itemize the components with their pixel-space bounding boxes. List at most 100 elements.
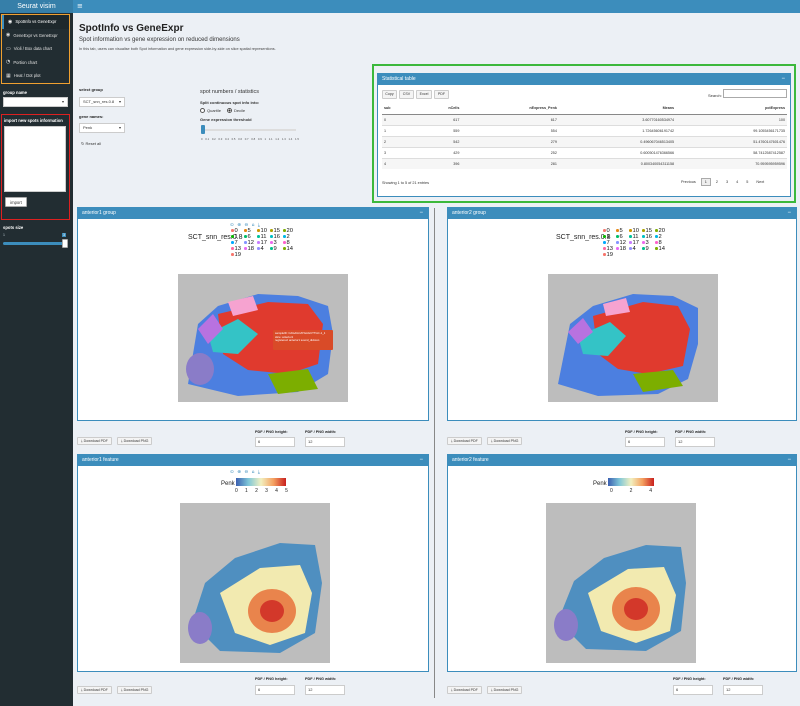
threshold-tick: 0.9 xyxy=(257,137,262,141)
legend-dot xyxy=(655,229,658,232)
download-pdf-button[interactable]: ⤓ Download PDF xyxy=(447,686,482,694)
page-link-2[interactable]: 2 xyxy=(713,179,721,185)
page-link-5[interactable]: 5 xyxy=(743,179,751,185)
search-input[interactable] xyxy=(723,89,787,98)
column-header-sub[interactable]: sub xyxy=(382,103,415,115)
stat-table-title: Statistical table xyxy=(382,76,416,82)
spots-size-slider[interactable] xyxy=(3,242,67,245)
height-input[interactable]: 6 xyxy=(673,685,713,695)
pdf-button[interactable]: PDF xyxy=(434,90,449,99)
download-png-button[interactable]: ⤓ Download PNG xyxy=(117,437,153,445)
collapse-icon[interactable]: − xyxy=(419,208,423,219)
threshold-slider-handle[interactable] xyxy=(201,125,205,134)
select-group-label: select group xyxy=(79,87,103,92)
legend-label: 9 xyxy=(645,246,649,252)
legend-item[interactable]: 18 xyxy=(244,246,257,252)
legend-dot xyxy=(270,241,273,244)
copy-button[interactable]: Copy xyxy=(382,90,397,99)
threshold-ticks: 0 0.1 0.2 0.3 0.4 0.5 0.6 0.7 0.8 0.9 1 1.1 1.2 1.3 1.… xyxy=(201,137,299,141)
collapse-icon[interactable]: − xyxy=(787,455,791,466)
legend-item[interactable]: 14 xyxy=(655,246,668,252)
legend-dot xyxy=(642,247,645,250)
width-input[interactable]: 12 xyxy=(723,685,763,695)
legend-item[interactable]: 9 xyxy=(642,246,655,252)
page-link-3[interactable]: 3 xyxy=(723,179,731,185)
width-input[interactable]: 12 xyxy=(675,437,715,447)
group-name-select[interactable]: ▾ xyxy=(3,97,68,107)
collapse-icon[interactable]: − xyxy=(787,208,791,219)
import-textarea[interactable] xyxy=(4,126,66,192)
app-logo[interactable]: Seurat visim xyxy=(0,0,73,13)
height-label: PDF / PNG height: xyxy=(673,677,706,681)
sidebar-item-label: GeneExpr vs GeneExpr xyxy=(13,32,58,38)
table-cell: 51.4760147601476 xyxy=(676,135,787,147)
page-link-previous[interactable]: Previous xyxy=(678,179,699,185)
column-header-nExpress_Penk[interactable]: nExpress_Penk xyxy=(461,103,559,115)
sidebar-item-geneexpr[interactable]: ◉ GeneExpr vs GeneExpr xyxy=(2,29,69,43)
pie-icon: ◔ xyxy=(6,59,11,66)
reset-all-button[interactable]: ↻ Reset all xyxy=(81,141,101,146)
feature2-spatial-plot[interactable] xyxy=(546,503,696,663)
table-row: 4 396 281 0.800340054311158 70.959595959596 xyxy=(382,157,787,169)
column-header-pctExpress[interactable]: pctExpress xyxy=(676,103,787,115)
width-input[interactable]: 12 xyxy=(305,685,345,695)
height-input[interactable]: 6 xyxy=(255,685,295,695)
download-icon: ⤓ xyxy=(121,688,123,692)
legend-label: 18 xyxy=(619,246,626,252)
legend-item[interactable]: 18 xyxy=(616,246,629,252)
collapse-icon[interactable]: − xyxy=(781,74,785,85)
width-input[interactable]: 12 xyxy=(305,437,345,447)
page-link-4[interactable]: 4 xyxy=(733,179,741,185)
sidebar-item-spotinfo[interactable]: ◉ SpotInfo vs GeneExpr xyxy=(2,15,69,29)
sidebar-item-portion[interactable]: ◔ Portion chart xyxy=(2,56,69,70)
group2-spatial-plot[interactable] xyxy=(548,274,718,402)
radio-quartile[interactable]: Quartile xyxy=(200,108,221,114)
download-png-button[interactable]: ⤓ Download PNG xyxy=(487,686,523,694)
legend-item[interactable]: 4 xyxy=(629,246,642,252)
legend-item[interactable]: 4 xyxy=(257,246,270,252)
collapse-icon[interactable]: − xyxy=(419,455,423,466)
feature1-spatial-plot[interactable] xyxy=(180,503,330,663)
group2-legend: 0 5 10 15 20 1 6 11 16 2 7 12 17 3 8 13 18 4 9 14 19 xyxy=(603,228,668,258)
width-label: PDF / PNG width: xyxy=(305,677,337,681)
select-group-dropdown[interactable]: SCT_snn_res.0.8 ▾ xyxy=(79,97,125,107)
page-link-next[interactable]: Next xyxy=(753,179,767,185)
height-input[interactable]: 6 xyxy=(255,437,295,447)
legend-dot xyxy=(283,235,286,238)
download-pdf-button[interactable]: ⤓ Download PDF xyxy=(77,686,112,694)
legend-item[interactable]: 9 xyxy=(270,246,283,252)
sidebar-item-heat[interactable]: ▦ Heat / Dot plot xyxy=(2,69,69,83)
page-link-1[interactable]: 1 xyxy=(700,178,711,186)
excel-button[interactable]: Excel xyxy=(416,90,432,99)
threshold-slider[interactable] xyxy=(203,129,296,131)
gene-names-dropdown[interactable]: Penk ▾ xyxy=(79,123,125,133)
expression-color-bar xyxy=(236,478,286,486)
threshold-tick: 0.4 xyxy=(224,137,229,141)
column-header-nCells[interactable]: nCells xyxy=(414,103,462,115)
legend-item[interactable]: 14 xyxy=(283,246,296,252)
download-png-button[interactable]: ⤓ Download PNG xyxy=(487,437,523,445)
download-pdf-button[interactable]: ⤓ Download PDF xyxy=(447,437,482,445)
legend-item[interactable]: 19 xyxy=(603,252,616,258)
expression-color-bar xyxy=(608,478,654,486)
main-content: SpotInfo vs GeneExpr Spot information vs… xyxy=(73,13,800,706)
feature2-box: anterior2 feature − Penk 0 2 4 xyxy=(447,454,797,672)
csv-button[interactable]: CSV xyxy=(399,90,414,99)
import-button[interactable]: import xyxy=(5,197,27,207)
hamburger-icon[interactable]: ≡ xyxy=(77,2,83,10)
download-icon: ⤓ xyxy=(491,439,493,443)
split-radio-group: Quartile Decile xyxy=(200,108,245,114)
plot-toolbar[interactable]: ⊙ ⊕ ⊖ ⌂ ⤓ xyxy=(230,469,261,475)
sidebar-menu: ◉ SpotInfo vs GeneExpr ◉ GeneExpr vs GeneE… xyxy=(1,14,70,84)
sidebar-item-violin[interactable]: ▭ Violi / Box data chart xyxy=(2,42,69,56)
height-input[interactable]: 6 xyxy=(625,437,665,447)
download-png-button[interactable]: ⤓ Download PNG xyxy=(117,686,153,694)
column-header-Means[interactable]: Means xyxy=(558,103,677,115)
legend-dot xyxy=(603,253,606,256)
download-pdf-button[interactable]: ⤓ Download PDF xyxy=(77,437,112,445)
table-row: 1 559 554 1.72645606191742 99.1055456171735 xyxy=(382,124,787,136)
radio-decile[interactable]: Decile xyxy=(227,108,245,114)
spots-size-slider-handle[interactable] xyxy=(62,239,68,248)
legend-item[interactable]: 19 xyxy=(231,252,244,258)
threshold-tick: 0 xyxy=(201,137,203,141)
